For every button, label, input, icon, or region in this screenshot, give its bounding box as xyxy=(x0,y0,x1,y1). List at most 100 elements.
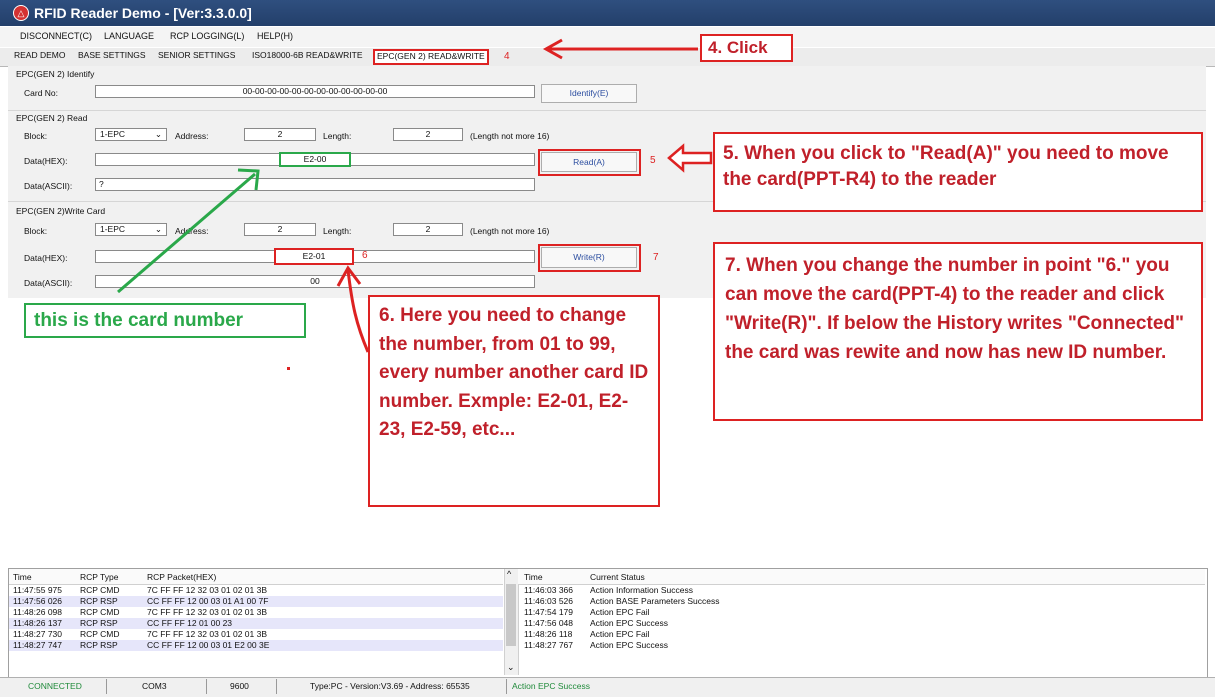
read-length-field[interactable]: 2 xyxy=(393,128,463,141)
read-hex-label: Data(HEX): xyxy=(24,156,68,166)
row-status: Action BASE Parameters Success xyxy=(590,596,720,606)
status-connection: CONNECTED xyxy=(28,681,82,691)
read-block-label: Block: xyxy=(24,131,48,141)
write-ascii-label: Data(ASCII): xyxy=(24,278,73,288)
row-status: Action EPC Success xyxy=(590,618,668,628)
table-row: 11:47:56 026 RCP RSP CC FF FF 12 00 03 0… xyxy=(9,596,503,607)
window-title: RFID Reader Demo - [Ver:3.3.0.0] xyxy=(34,5,252,21)
write-hex-value: E2-01 xyxy=(274,248,354,265)
table-row: 11:48:27 747 RCP RSP CC FF FF 12 00 03 0… xyxy=(9,640,503,651)
read-button[interactable]: Read(A) xyxy=(541,152,637,172)
row-packet: CC FF FF 12 00 03 01 A1 00 7F xyxy=(147,596,269,606)
row-time: 11:48:27 747 xyxy=(13,640,62,650)
identify-section-title: EPC(GEN 2) Identify xyxy=(16,69,95,79)
status-device-info: Type:PC - Version:V3.69 - Address: 65535 xyxy=(310,681,470,691)
tab-read-demo[interactable]: READ DEMO xyxy=(14,50,65,60)
scrollbar-thumb[interactable] xyxy=(506,584,516,646)
row-time: 11:48:26 137 xyxy=(13,618,62,628)
menu-language[interactable]: LANGUAGE xyxy=(104,31,154,41)
row-time: 11:48:27 767 xyxy=(524,640,573,650)
list-item: 11:46:03 526 Action BASE Parameters Succ… xyxy=(518,596,778,607)
arrow-to-tab xyxy=(542,38,698,60)
scroll-down-icon[interactable]: ⌄ xyxy=(507,662,515,673)
read-section-title: EPC(GEN 2) Read xyxy=(16,113,88,123)
row-type: RCP RSP xyxy=(80,640,118,650)
table-row: 11:48:26 137 RCP RSP CC FF FF 12 01 00 2… xyxy=(9,618,503,629)
list-item: 11:48:27 767 Action EPC Success xyxy=(518,640,778,651)
annotation-number-4: 4 xyxy=(504,51,510,62)
list-item: 11:47:54 179 Action EPC Fail xyxy=(518,607,778,618)
menu-help[interactable]: HELP(H) xyxy=(257,31,293,41)
chevron-down-icon: ⌄ xyxy=(154,129,162,139)
row-packet: 7C FF FF 12 32 03 01 02 01 3B xyxy=(147,585,268,595)
card-no-field[interactable]: 00-00-00-00-00-00-00-00-00-00-00-00 xyxy=(95,85,535,98)
row-time: 11:46:03 526 xyxy=(524,596,573,606)
row-type: RCP CMD xyxy=(80,585,120,595)
row-status: Action Information Success xyxy=(590,585,693,595)
read-hex-value: E2-00 xyxy=(279,152,351,167)
menu-disconnect[interactable]: DISCONNECT(C) xyxy=(20,31,92,41)
callout-card-number: this is the card number xyxy=(24,303,306,338)
row-time: 11:48:27 730 xyxy=(13,629,62,639)
row-time: 11:48:26 098 xyxy=(13,607,62,617)
row-time: 11:47:56 026 xyxy=(13,596,62,606)
table-row: 11:47:55 975 RCP CMD 7C FF FF 12 32 03 0… xyxy=(9,585,503,596)
write-length-label: Length: xyxy=(323,226,352,236)
menu-rcp-logging[interactable]: RCP LOGGING(L) xyxy=(170,31,244,41)
identify-button[interactable]: Identify(E) xyxy=(541,84,637,103)
card-no-label: Card No: xyxy=(24,88,59,98)
row-time: 11:47:56 048 xyxy=(524,618,573,628)
tab-iso18000[interactable]: ISO18000-6B READ&WRITE xyxy=(252,50,363,60)
annotation-number-6: 6 xyxy=(362,250,368,261)
status-separator xyxy=(106,679,107,694)
row-time: 11:46:03 366 xyxy=(524,585,573,595)
row-status: Action EPC Success xyxy=(590,640,668,650)
list-item: 11:48:26 118 Action EPC Fail xyxy=(518,629,778,640)
callout-click: 4. Click xyxy=(700,34,793,62)
write-button[interactable]: Write(R) xyxy=(541,247,637,268)
read-block-select[interactable]: 1-EPC ⌄ xyxy=(95,128,167,141)
status-log-list[interactable]: 11:46:03 366 Action Information Success … xyxy=(518,585,1205,675)
read-address-label: Address: xyxy=(175,131,209,141)
status-separator xyxy=(506,679,507,694)
row-type: RCP CMD xyxy=(80,629,120,639)
rcp-col-time: Time xyxy=(13,572,32,582)
row-packet: CC FF FF 12 00 03 01 E2 00 3E xyxy=(147,640,270,650)
read-block-value: 1-EPC xyxy=(100,129,126,139)
status-separator xyxy=(276,679,277,694)
tab-senior-settings[interactable]: SENIOR SETTINGS xyxy=(158,50,235,60)
divider xyxy=(8,110,1206,111)
status-col-time: Time xyxy=(524,572,543,582)
write-length-note: (Length not more 16) xyxy=(470,226,550,236)
row-type: RCP RSP xyxy=(80,618,118,628)
rcp-col-packet: RCP Packet(HEX) xyxy=(147,572,217,582)
row-time: 11:47:54 179 xyxy=(524,607,573,617)
read-length-note: (Length not more 16) xyxy=(470,131,550,141)
callout-step-5: 5. When you click to "Read(A)" you need … xyxy=(713,132,1203,212)
row-type: RCP RSP xyxy=(80,596,118,606)
read-ascii-label: Data(ASCII): xyxy=(24,181,73,191)
write-length-field[interactable]: 2 xyxy=(393,223,463,236)
read-address-field[interactable]: 2 xyxy=(244,128,316,141)
row-type: RCP CMD xyxy=(80,607,120,617)
rcp-log-list[interactable]: 11:47:55 975 RCP CMD 7C FF FF 12 32 03 0… xyxy=(9,585,503,675)
row-status: Action EPC Fail xyxy=(590,629,650,639)
row-time: 11:47:55 975 xyxy=(13,585,62,595)
arrow-to-read xyxy=(667,143,713,173)
callout-step-7: 7. When you change the number in point "… xyxy=(713,242,1203,421)
row-status: Action EPC Fail xyxy=(590,607,650,617)
scroll-up-icon[interactable]: ^ xyxy=(507,569,511,579)
status-baud: 9600 xyxy=(230,681,249,691)
tab-base-settings[interactable]: BASE SETTINGS xyxy=(78,50,146,60)
table-row: 11:48:27 730 RCP CMD 7C FF FF 12 32 03 0… xyxy=(9,629,503,640)
list-item: 11:47:56 048 Action EPC Success xyxy=(518,618,778,629)
row-packet: 7C FF FF 12 32 03 01 02 01 3B xyxy=(147,629,268,639)
tab-epc-gen2[interactable]: EPC(GEN 2) READ&WRITE xyxy=(373,49,489,65)
row-packet: CC FF FF 12 01 00 23 xyxy=(147,618,233,628)
status-bar xyxy=(0,677,1215,697)
row-packet: 7C FF FF 12 32 03 01 02 01 3B xyxy=(147,607,268,617)
read-length-label: Length: xyxy=(323,131,352,141)
app-icon: △ xyxy=(13,5,29,21)
write-hex-label: Data(HEX): xyxy=(24,253,68,263)
status-separator xyxy=(206,679,207,694)
